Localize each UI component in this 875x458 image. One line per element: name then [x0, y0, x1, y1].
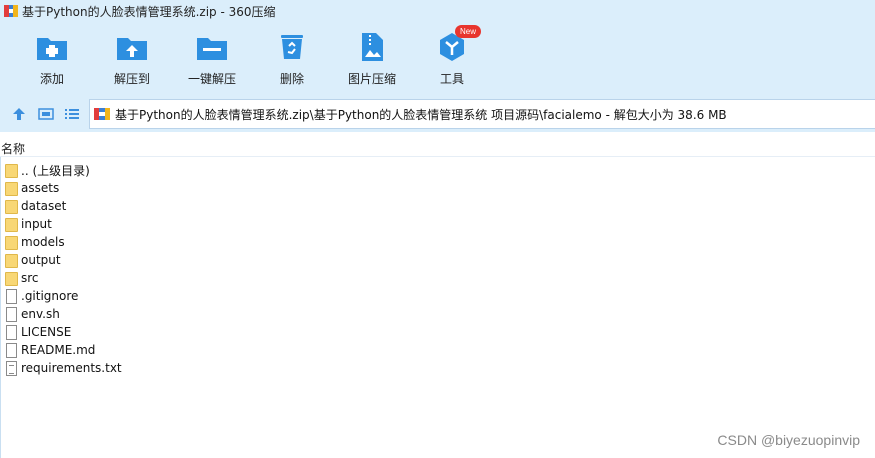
- file-name: output: [21, 253, 61, 267]
- text-file-icon: [5, 360, 19, 376]
- folder-icon: [5, 198, 19, 214]
- one-click-extract-label: 一键解压: [187, 72, 236, 86]
- file-name: input: [21, 217, 52, 231]
- file-name: .gitignore: [21, 289, 79, 303]
- title-bar: 基于Python的人脸表情管理系统.zip - 360压缩: [0, 0, 875, 22]
- list-item[interactable]: LICENSE: [0, 323, 875, 341]
- folder-icon: [5, 180, 19, 196]
- tools-button[interactable]: New 工具: [415, 25, 489, 92]
- folder-icon: [5, 252, 19, 268]
- thumbnail-view-icon[interactable]: [37, 105, 55, 123]
- folder-icon: [5, 234, 19, 250]
- up-arrow-icon[interactable]: [10, 105, 28, 123]
- file-name: src: [21, 271, 39, 285]
- add-button[interactable]: 添加: [15, 30, 89, 92]
- archive-app-icon: [4, 4, 18, 18]
- window-title: 基于Python的人脸表情管理系统.zip - 360压缩: [22, 4, 276, 19]
- file-icon: [5, 324, 19, 340]
- folder-icon: [5, 216, 19, 232]
- list-item[interactable]: models: [0, 233, 875, 251]
- address-path: 基于Python的人脸表情管理系统.zip\基于Python的人脸表情管理系统 …: [115, 107, 727, 122]
- navigation-bar: 基于Python的人脸表情管理系统.zip\基于Python的人脸表情管理系统 …: [0, 96, 875, 132]
- list-view-icon[interactable]: [63, 105, 81, 123]
- folder-icon: [5, 162, 19, 178]
- file-icon: [5, 306, 19, 322]
- file-name: assets: [21, 181, 60, 195]
- file-name: models: [21, 235, 65, 249]
- file-name: requirements.txt: [21, 361, 122, 375]
- file-list: .. (上级目录) assets dataset input models ou…: [0, 161, 875, 458]
- tools-icon: New: [435, 25, 481, 64]
- watermark: CSDN @biyezuopinvip: [717, 432, 860, 448]
- address-bar[interactable]: 基于Python的人脸表情管理系统.zip\基于Python的人脸表情管理系统 …: [89, 99, 875, 129]
- tools-label: 工具: [439, 72, 464, 86]
- list-item[interactable]: output: [0, 251, 875, 269]
- list-item[interactable]: README.md: [0, 341, 875, 359]
- recycle-bin-icon: [275, 30, 309, 64]
- toolbar: 添加 解压到 一键解压 删除 图片压缩 New 工具: [0, 22, 875, 96]
- file-icon: [5, 342, 19, 358]
- file-icon: [5, 288, 19, 304]
- file-name: .. (上级目录): [21, 163, 90, 178]
- image-compress-button[interactable]: 图片压缩: [335, 30, 409, 92]
- new-badge: New: [455, 25, 481, 38]
- zip-archive-icon: [94, 106, 110, 122]
- list-item[interactable]: assets: [0, 179, 875, 197]
- file-name: README.md: [21, 343, 96, 357]
- image-compress-label: 图片压缩: [347, 72, 396, 86]
- list-item-parent-directory[interactable]: .. (上级目录): [0, 161, 875, 179]
- delete-button[interactable]: 删除: [255, 30, 329, 92]
- list-item[interactable]: src: [0, 269, 875, 287]
- list-item[interactable]: env.sh: [0, 305, 875, 323]
- list-item[interactable]: .gitignore: [0, 287, 875, 305]
- image-compress-icon: [355, 30, 389, 64]
- extract-to-label: 解压到: [113, 72, 150, 86]
- file-name: dataset: [21, 199, 67, 213]
- one-click-extract-button[interactable]: 一键解压: [175, 30, 249, 92]
- one-click-extract-icon: [195, 30, 229, 64]
- column-header-name[interactable]: 名称: [0, 137, 875, 157]
- list-item[interactable]: requirements.txt: [0, 359, 875, 377]
- file-name: env.sh: [21, 307, 60, 321]
- folder-icon: [5, 270, 19, 286]
- list-item[interactable]: dataset: [0, 197, 875, 215]
- list-item[interactable]: input: [0, 215, 875, 233]
- file-name: LICENSE: [21, 325, 72, 339]
- delete-label: 删除: [279, 72, 304, 86]
- extract-to-button[interactable]: 解压到: [95, 30, 169, 92]
- extract-to-icon: [115, 30, 149, 64]
- add-label: 添加: [39, 72, 64, 86]
- column-header-label: 名称: [1, 142, 26, 156]
- add-archive-icon: [35, 30, 69, 64]
